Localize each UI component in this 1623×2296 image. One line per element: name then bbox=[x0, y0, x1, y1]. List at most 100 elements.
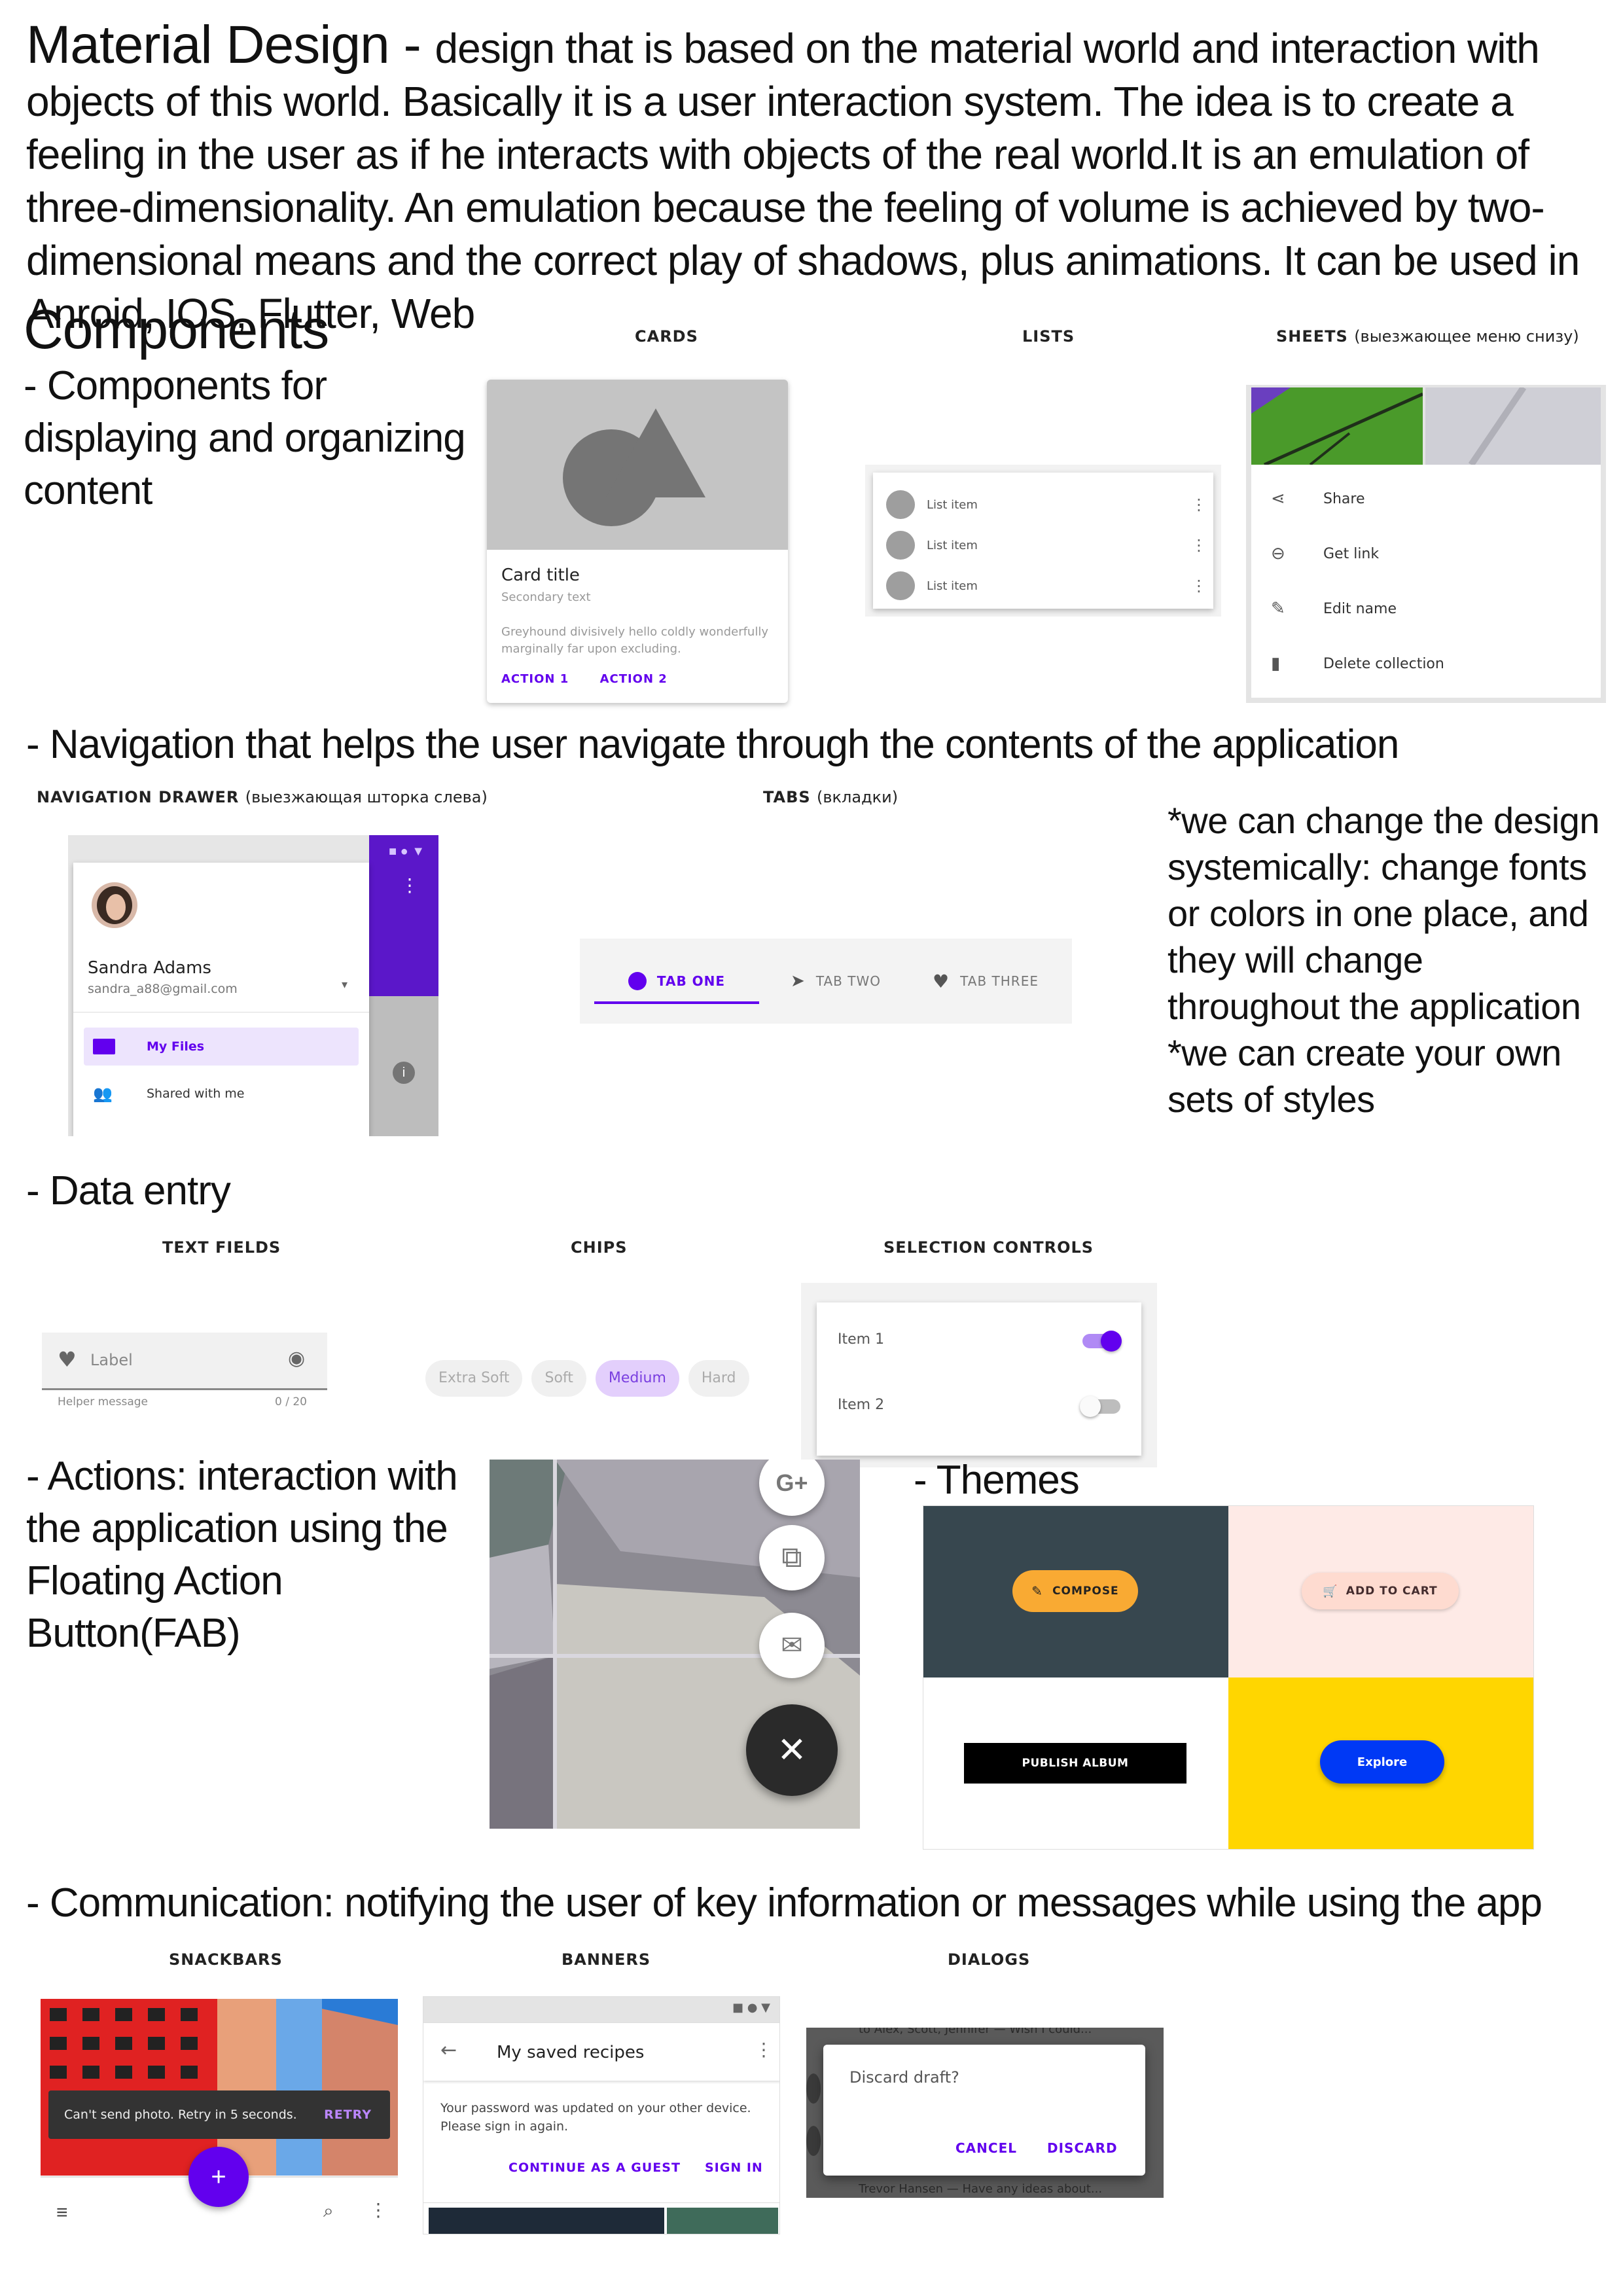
theme-peach: 🛒 ADD TO CART bbox=[1228, 1506, 1533, 1677]
list-example: List item ⋮ List item ⋮ List item ⋮ bbox=[865, 465, 1221, 617]
tabs-example: TAB ONE ➤ TAB TWO ♥ TAB THREE bbox=[580, 939, 1072, 1024]
heart-icon: ♥ bbox=[933, 970, 950, 992]
chip-soft[interactable]: Soft bbox=[531, 1360, 586, 1397]
card-action-2-button[interactable]: ACTION 2 bbox=[600, 672, 668, 686]
add-to-cart-button[interactable]: 🛒 ADD TO CART bbox=[1302, 1573, 1459, 1609]
list-item[interactable]: List item ⋮ bbox=[886, 525, 1207, 565]
copy-icon[interactable]: ⧉ bbox=[759, 1525, 825, 1590]
mail-icon[interactable]: ✉ bbox=[759, 1613, 825, 1678]
add-fab[interactable]: + bbox=[188, 2147, 249, 2207]
card-title: Card title bbox=[501, 565, 580, 585]
sheet-item-get-link[interactable]: ⊖ Get link bbox=[1251, 526, 1601, 581]
snackbars-caption: SNACKBARS bbox=[169, 1950, 283, 1969]
avatar bbox=[886, 490, 915, 519]
drawer-panel: Sandra Adams sandra_a88@gmail.com ▾ My F… bbox=[73, 863, 369, 1136]
avatar bbox=[886, 571, 915, 600]
chip-medium[interactable]: Medium bbox=[595, 1360, 679, 1397]
chip-group: Extra Soft Soft Medium Hard bbox=[425, 1357, 772, 1399]
chevron-down-icon[interactable]: ▾ bbox=[342, 978, 348, 992]
components-title: Components bbox=[24, 298, 329, 360]
snackbar-example: Can't send photo. Retry in 5 seconds. RE… bbox=[41, 1999, 398, 2236]
dialog-example: to Alex, Scott, Jennifer — Wish I could.… bbox=[806, 2028, 1164, 2198]
card-body: Greyhound divisively hello coldly wonder… bbox=[501, 625, 768, 656]
dialog: Discard draft? CANCEL DISCARD bbox=[823, 2045, 1145, 2176]
app-bar-title: My saved recipes bbox=[497, 2043, 645, 2062]
text-field-label: Label bbox=[90, 1351, 133, 1369]
fab-example: G+ ⧉ ✉ ✕ bbox=[490, 1460, 860, 1829]
pencil-icon: ✎ bbox=[1031, 1583, 1044, 1599]
cart-icon: 🛒 bbox=[1323, 1584, 1338, 1598]
drawer-item-my-files[interactable]: My Files bbox=[84, 1028, 359, 1066]
list-item[interactable]: List item ⋮ bbox=[886, 565, 1207, 606]
card-action-1-button[interactable]: ACTION 1 bbox=[501, 672, 569, 686]
selection-caption: SELECTION CONTROLS bbox=[883, 1238, 1094, 1257]
more-vert-icon[interactable]: ⋮ bbox=[1191, 577, 1207, 595]
list-surface: List item ⋮ List item ⋮ List item ⋮ bbox=[873, 473, 1213, 609]
card-secondary-text: Secondary text bbox=[501, 590, 591, 604]
avatar bbox=[886, 531, 915, 560]
search-icon[interactable]: ⌕ bbox=[323, 2200, 334, 2222]
drawer-item-shared[interactable]: 👥 Shared with me bbox=[84, 1075, 359, 1113]
sheet-item-share[interactable]: ⋖ Share bbox=[1251, 471, 1601, 526]
chip-hard[interactable]: Hard bbox=[688, 1360, 749, 1397]
tab-three[interactable]: ♥ TAB THREE bbox=[907, 939, 1064, 1024]
publish-album-button[interactable]: PUBLISH ALBUM bbox=[964, 1743, 1186, 1784]
more-vert-icon[interactable]: ⋮ bbox=[369, 2199, 387, 2221]
compose-button[interactable]: ✎ COMPOSE bbox=[1012, 1570, 1138, 1612]
arrow-back-icon[interactable]: ← bbox=[440, 2039, 457, 2062]
char-counter: 0 / 20 bbox=[275, 1395, 307, 1408]
banner-example: ■ ● ▼ ← My saved recipes ⋮ Your password… bbox=[423, 1996, 780, 2234]
list-item[interactable]: List item ⋮ bbox=[886, 484, 1207, 525]
discard-button[interactable]: DISCARD bbox=[1047, 2140, 1118, 2156]
sheet-item-edit-name[interactable]: ✎ Edit name bbox=[1251, 581, 1601, 636]
snackbar-message: Can't send photo. Retry in 5 seconds. bbox=[64, 2108, 297, 2122]
cards-caption: CARDS bbox=[635, 327, 698, 346]
cancel-button[interactable]: CANCEL bbox=[955, 2140, 1017, 2156]
communication-heading: - Communication: notifying the user of k… bbox=[26, 1880, 1543, 1926]
edit-icon: ✎ bbox=[1271, 599, 1285, 619]
helper-text: Helper message bbox=[58, 1395, 149, 1408]
chip-extra-soft[interactable]: Extra Soft bbox=[425, 1360, 523, 1397]
card-example[interactable]: Card title Secondary text Greyhound divi… bbox=[487, 380, 788, 703]
switch-item-2[interactable] bbox=[1080, 1396, 1120, 1417]
text-field[interactable]: ♥ Label ◉ bbox=[42, 1333, 327, 1390]
theme-slate: ✎ COMPOSE bbox=[923, 1506, 1228, 1677]
continue-as-guest-button[interactable]: CONTINUE AS A GUEST bbox=[508, 2161, 681, 2175]
drawer-caption: NAVIGATION DRAWER (выезжающая шторка сле… bbox=[37, 788, 488, 806]
themes-example: ✎ COMPOSE 🛒 ADD TO CART PUBLISH ALBUM Expl… bbox=[923, 1505, 1534, 1850]
menu-icon[interactable]: ≡ bbox=[56, 2202, 68, 2224]
snackbar: Can't send photo. Retry in 5 seconds. RE… bbox=[48, 2090, 390, 2139]
tab-two[interactable]: ➤ TAB TWO bbox=[767, 939, 904, 1024]
sign-in-button[interactable]: SIGN IN bbox=[705, 2161, 763, 2175]
bottom-sheet: ⋖ Share ⊖ Get link ✎ Edit name ▮ Delete … bbox=[1251, 465, 1601, 698]
sheet-item-delete[interactable]: ▮ Delete collection bbox=[1251, 636, 1601, 691]
more-vert-icon[interactable]: ⋮ bbox=[401, 874, 419, 896]
switch-item-1[interactable] bbox=[1082, 1331, 1122, 1352]
explore-button[interactable]: Explore bbox=[1320, 1740, 1444, 1784]
theme-white: PUBLISH ALBUM bbox=[923, 1677, 1228, 1849]
sheets-caption: SHEETS (выезжающее меню снизу) bbox=[1276, 327, 1579, 346]
more-vert-icon[interactable]: ⋮ bbox=[755, 2039, 773, 2060]
tab-one[interactable]: TAB ONE bbox=[594, 939, 759, 1024]
retry-button[interactable]: RETRY bbox=[324, 2108, 372, 2122]
more-vert-icon[interactable]: ⋮ bbox=[1191, 536, 1207, 554]
dialog-title: Discard draft? bbox=[849, 2068, 959, 2087]
lists-caption: LISTS bbox=[1022, 327, 1075, 346]
selection-surface: Item 1 Item 2 bbox=[817, 1302, 1141, 1456]
background-message-top: to Alex, Scott, Jennifer — Wish I could.… bbox=[859, 2028, 1092, 2036]
intro-paragraph: Material Design - design that is based o… bbox=[26, 18, 1597, 340]
link-icon: ⊖ bbox=[1271, 544, 1285, 564]
navigation-drawer-example: ■ ● ▼ ⋮ i Sandra Adams sandra_a88@gmail.… bbox=[68, 835, 438, 1136]
info-icon[interactable]: i bbox=[393, 1062, 415, 1084]
sheet-photo-left bbox=[1251, 387, 1423, 465]
actions-heading: - Actions: interaction with the applicat… bbox=[26, 1454, 458, 1656]
more-vert-icon[interactable]: ⋮ bbox=[1191, 495, 1207, 514]
eye-icon[interactable]: ◉ bbox=[288, 1347, 305, 1370]
delete-icon: ▮ bbox=[1271, 654, 1281, 673]
close-icon[interactable]: ✕ bbox=[746, 1704, 838, 1796]
app-bar: ■ ● ▼ ⋮ bbox=[369, 835, 438, 996]
status-bar: ■ ● ▼ bbox=[423, 1997, 779, 2023]
sheet-photo-right bbox=[1425, 387, 1601, 465]
recipe-photo bbox=[667, 2208, 778, 2234]
share-icon: ⋖ bbox=[1271, 489, 1285, 509]
